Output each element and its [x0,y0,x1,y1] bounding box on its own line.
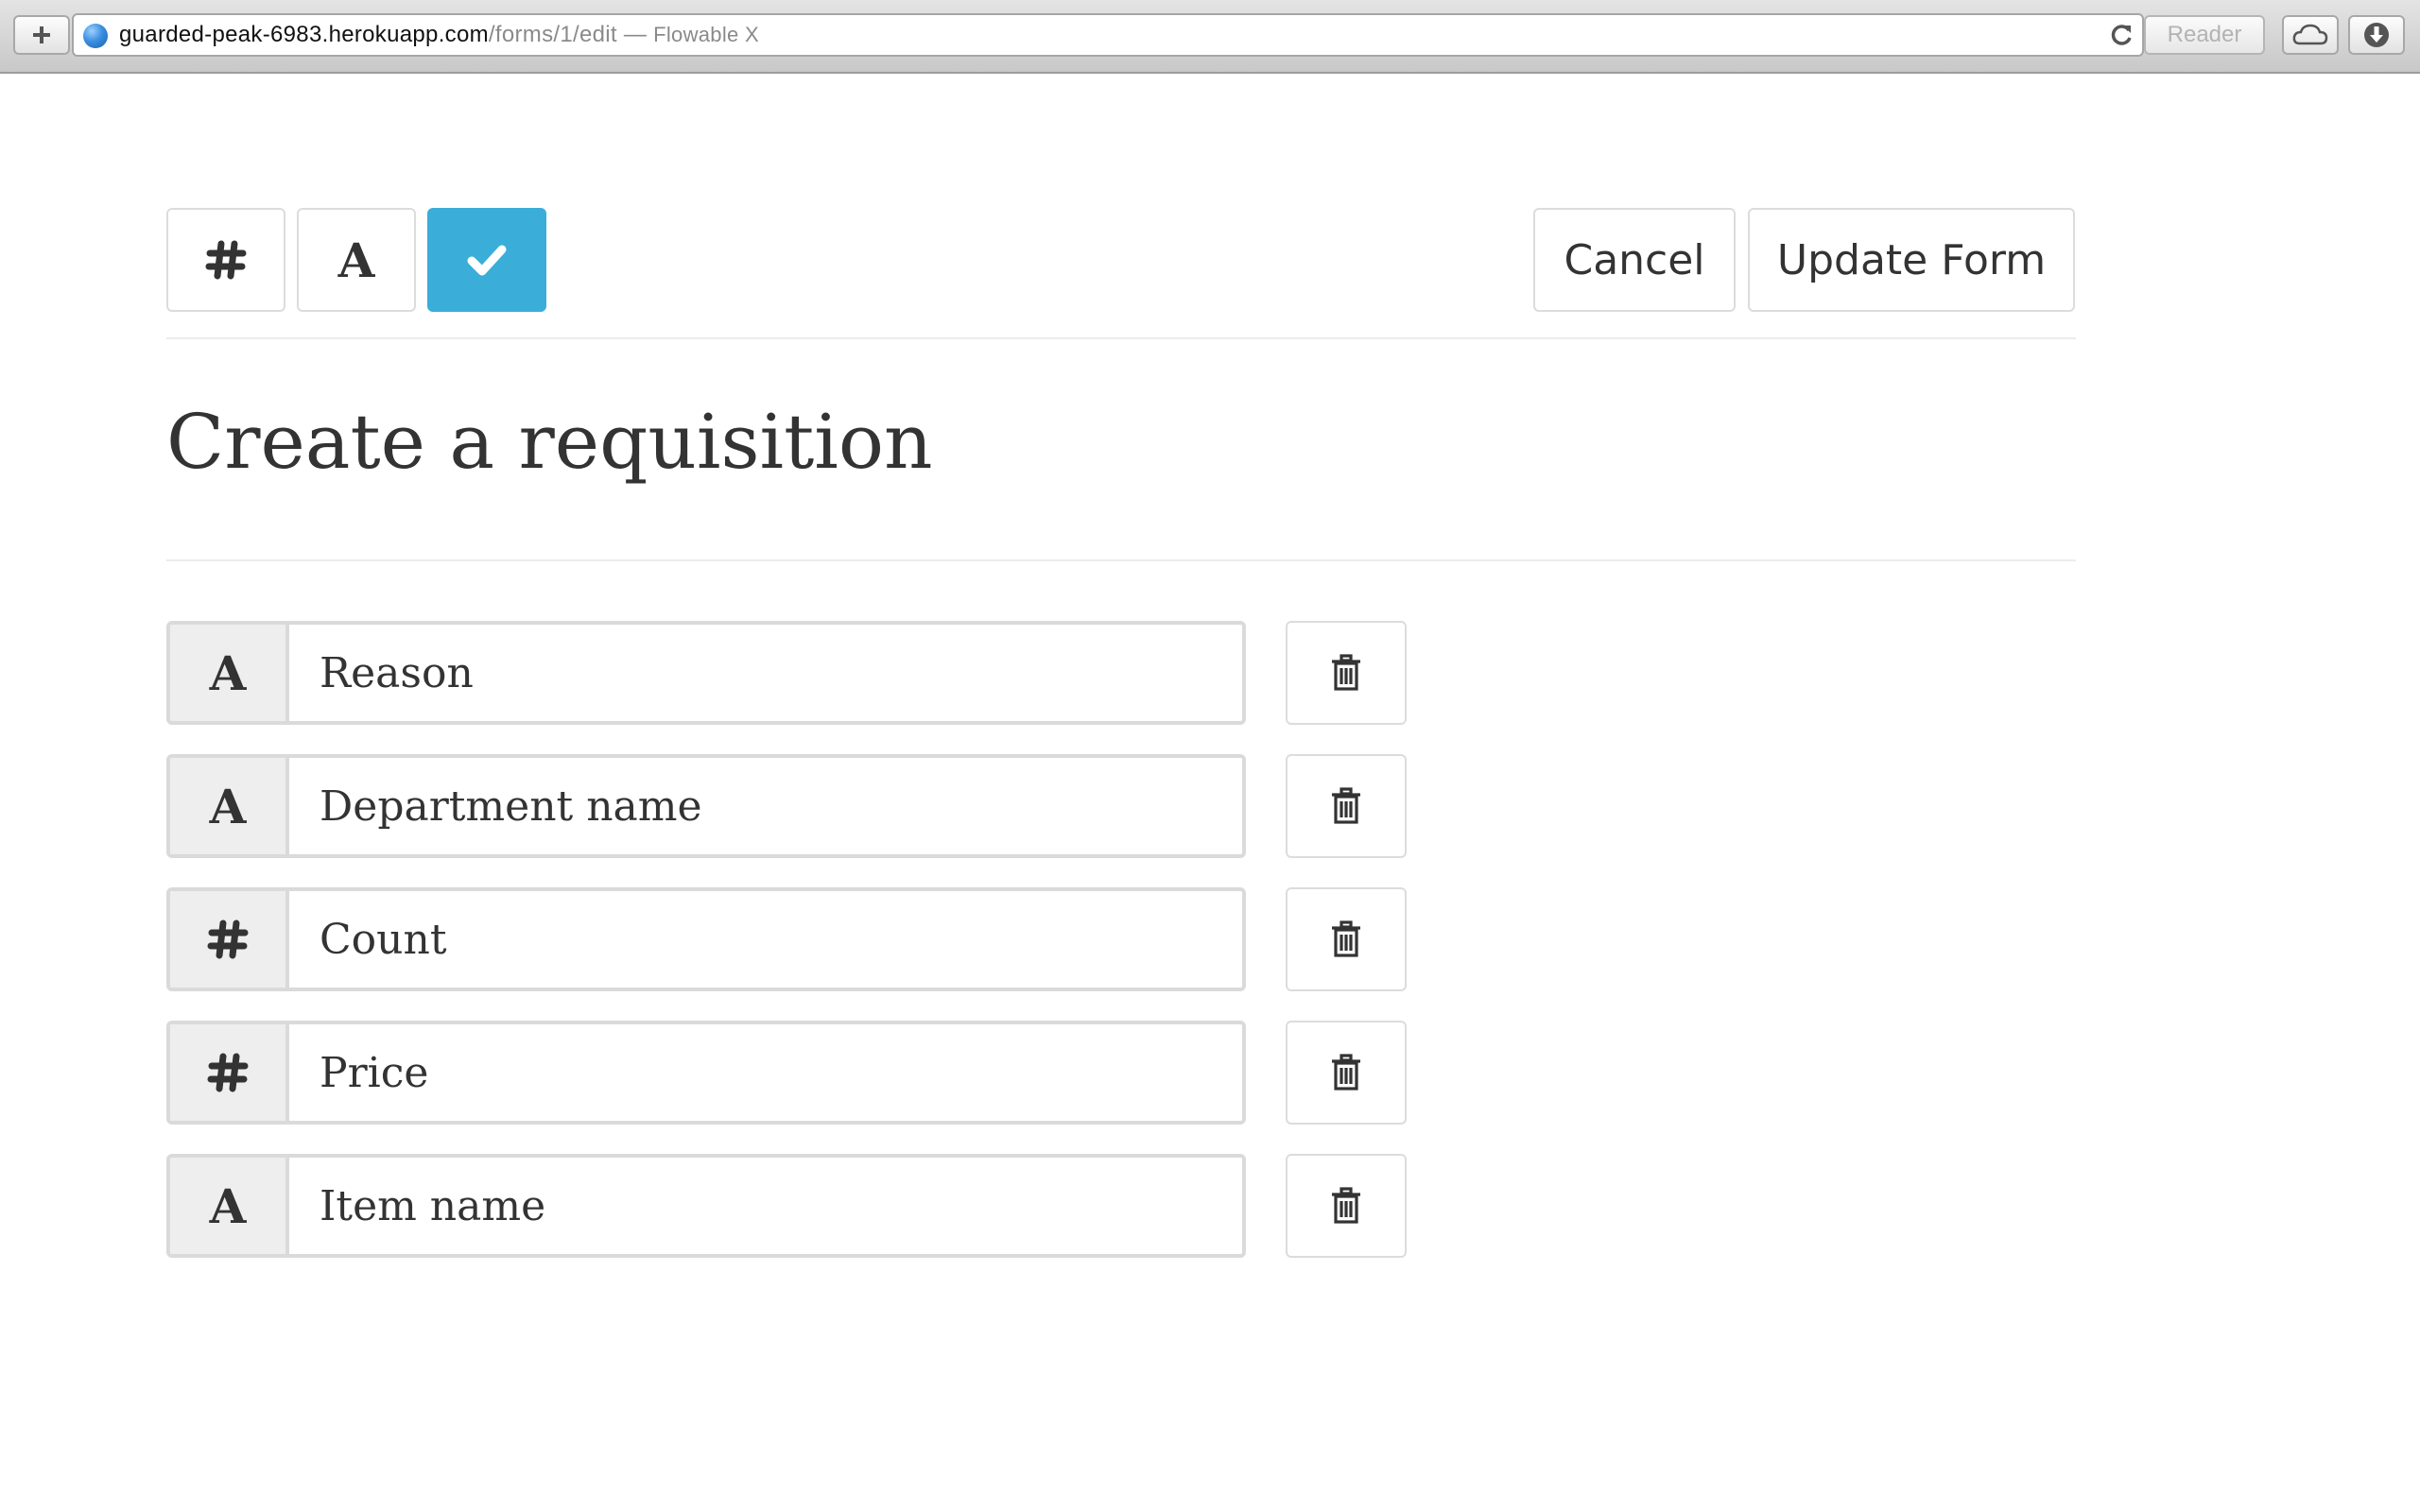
add-number-field-button[interactable] [166,208,285,312]
divider [166,559,2076,561]
field-input-group: A [166,754,1246,858]
field-input-group: A [166,621,1246,725]
text-type-glyph: A [209,1177,247,1234]
hash-icon [207,1053,249,1092]
number-type-addon [170,891,289,988]
url-path: /forms/1/edit [488,22,617,47]
text-type-glyph: A [209,778,247,834]
field-label-input[interactable] [289,1024,1242,1121]
field-label-input[interactable] [289,891,1242,988]
trash-icon [1332,787,1360,824]
plus-icon [33,26,50,43]
trash-icon [1332,1054,1360,1091]
reload-icon[interactable] [2108,21,2136,49]
title-separator: — [616,22,654,47]
divider [166,337,2076,339]
delete-field-button[interactable] [1286,1021,1407,1125]
globe-icon [83,24,108,48]
trash-icon [1332,920,1360,957]
field-row [166,1021,1407,1125]
update-form-button[interactable]: Update Form [1748,208,2075,312]
hash-icon [205,240,247,280]
delete-field-button[interactable] [1286,754,1407,858]
url-text: guarded-peak-6983.herokuapp.com/forms/1/… [119,15,759,55]
field-input-group [166,1021,1246,1125]
cancel-label: Cancel [1564,235,1705,284]
download-icon [2364,23,2389,47]
reader-button[interactable]: Reader [2144,15,2265,55]
downloads-button[interactable] [2348,15,2405,55]
add-text-field-button[interactable]: A [297,208,416,312]
field-row: A [166,1154,1407,1258]
new-tab-button[interactable] [13,15,70,55]
text-type-addon: A [170,1158,289,1254]
field-row [166,887,1407,991]
form-title: Create a requisition [166,398,933,486]
url-host: guarded-peak-6983.herokuapp.com [119,22,489,47]
cancel-button[interactable]: Cancel [1533,208,1736,312]
text-type-glyph: A [209,644,247,701]
hash-icon [207,919,249,959]
trash-icon [1332,1187,1360,1224]
field-input-group [166,887,1246,991]
address-bar[interactable]: guarded-peak-6983.herokuapp.com/forms/1/… [72,13,2144,57]
field-label-input[interactable] [289,625,1242,721]
trash-icon [1332,654,1360,691]
field-row: A [166,754,1407,858]
text-type-addon: A [170,758,289,854]
checkmark-icon [467,245,507,276]
number-type-addon [170,1024,289,1121]
icloud-tabs-button[interactable] [2282,15,2339,55]
page-title-text: Flowable X [653,23,759,46]
delete-field-button[interactable] [1286,1154,1407,1258]
field-label-input[interactable] [289,758,1242,854]
browser-toolbar: guarded-peak-6983.herokuapp.com/forms/1/… [0,0,2420,74]
text-type-addon: A [170,625,289,721]
delete-field-button[interactable] [1286,621,1407,725]
field-input-group: A [166,1154,1246,1258]
text-type-glyph: A [337,232,375,288]
delete-field-button[interactable] [1286,887,1407,991]
update-form-label: Update Form [1776,235,2047,284]
done-editing-button[interactable] [427,208,546,312]
field-row: A [166,621,1407,725]
cloud-icon [2292,24,2328,45]
field-label-input[interactable] [289,1158,1242,1254]
